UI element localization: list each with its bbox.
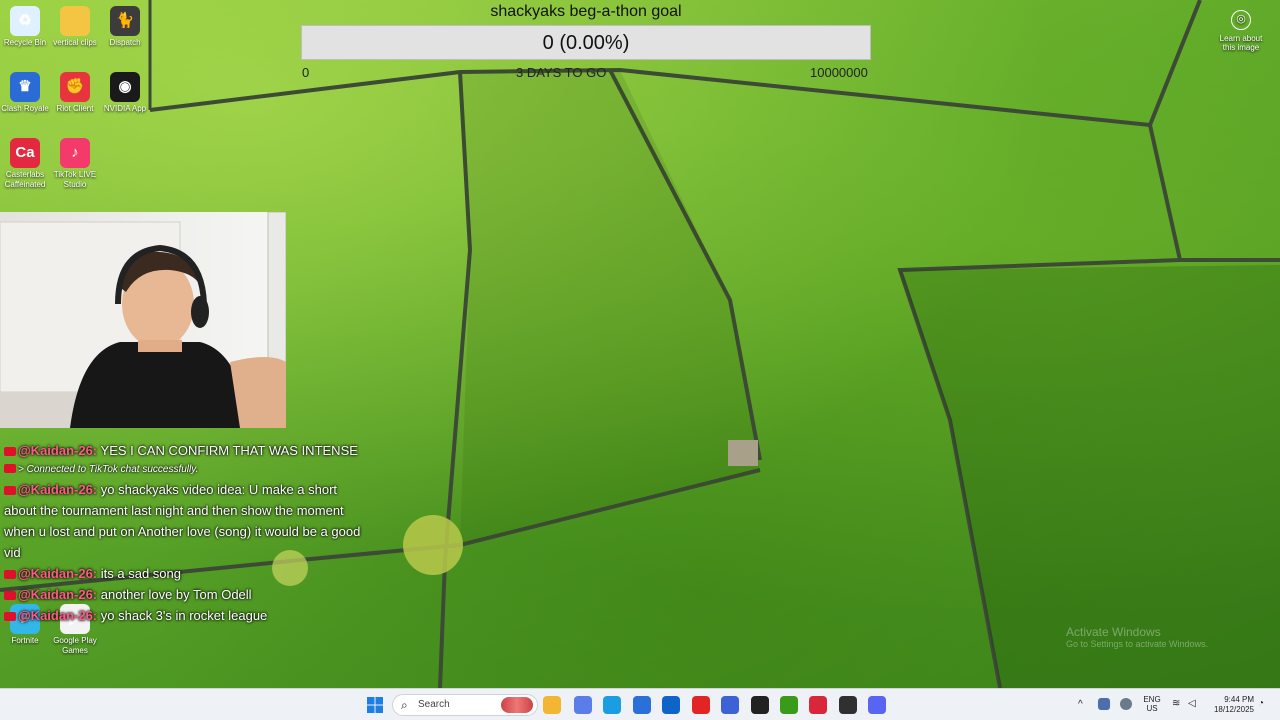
volume-icon[interactable]: ◁ xyxy=(1188,698,1196,709)
casterlabs-icon[interactable] xyxy=(809,696,827,714)
desktop-icon[interactable]: ♻ Recycle Bin xyxy=(0,6,50,48)
chat-system-message: > Connected to TikTok chat successfully. xyxy=(4,461,364,479)
desktop-icon-label: Fortnite xyxy=(11,636,39,645)
image-info-icon: ◎ xyxy=(1231,10,1251,30)
chat-system-text: > Connected to TikTok chat successfully. xyxy=(18,464,199,475)
casterlabs-icon: Ca xyxy=(10,138,40,168)
language-indicator[interactable]: ENG US xyxy=(1140,695,1164,713)
nvidia-icon: ◉ xyxy=(110,72,140,102)
file-explorer-icon[interactable] xyxy=(543,696,561,714)
youtube-icon[interactable] xyxy=(692,696,710,714)
notification-bell-icon[interactable]: ◔ xyxy=(1258,698,1264,709)
riot-client-icon: ✊ xyxy=(60,72,90,102)
goal-min-label: 0 xyxy=(302,65,310,80)
activate-subtitle: Go to Settings to activate Windows. xyxy=(1066,639,1209,649)
chat-username: @Kaidan-26: xyxy=(18,566,98,581)
desktop-icon[interactable]: Ca Casterlabs Caffeinated xyxy=(0,138,50,190)
tiktok-badge-icon xyxy=(4,464,16,473)
chat-message: @Kaidan-26: its a sad song xyxy=(4,563,364,584)
desktop-icon-label: TikTok LIVE Studio xyxy=(53,170,97,189)
app-icon[interactable] xyxy=(721,696,739,714)
desktop-icon-label: Google Play Games xyxy=(53,636,97,655)
outlook-icon[interactable] xyxy=(662,696,680,714)
wifi-icon[interactable]: ≋ xyxy=(1172,698,1180,709)
learn-about-image-label: Learn about this image xyxy=(1219,34,1263,52)
recycle-bin-icon: ♻ xyxy=(10,6,40,36)
tiktok-icon: ♪ xyxy=(60,138,90,168)
chat-message: @Kaidan-26: another love by Tom Odell xyxy=(4,584,364,605)
clock-time: 9:44 PM xyxy=(1224,695,1254,704)
goal-value: 0 (0.00%) xyxy=(542,32,630,54)
discord-icon[interactable] xyxy=(868,696,886,714)
activate-title: Activate Windows xyxy=(1066,625,1161,639)
chat-text: yo shack 3's in rocket league xyxy=(100,608,268,623)
goal-progress-bar: 0 (0.00%) xyxy=(301,25,871,60)
clash-royale-icon: ♛ xyxy=(10,72,40,102)
desktop-icon[interactable]: ♛ Clash Royale xyxy=(0,72,50,114)
tray-mic-icon[interactable] xyxy=(1120,698,1132,710)
chat-message: @Kaidan-26: YES I CAN CONFIRM THAT WAS I… xyxy=(4,440,364,461)
goal-days-label: 3 DAYS TO GO xyxy=(516,65,607,80)
chat-username: @Kaidan-26: xyxy=(18,443,98,458)
obs-icon[interactable] xyxy=(839,696,857,714)
search-highlight-icon xyxy=(501,697,533,713)
chat-text: YES I CAN CONFIRM THAT WAS INTENSE xyxy=(100,443,358,458)
chat-text: another love by Tom Odell xyxy=(100,587,252,602)
store-icon[interactable] xyxy=(633,696,651,714)
tiktok-badge-icon xyxy=(4,612,16,621)
start-button[interactable] xyxy=(366,696,384,714)
folder-icon xyxy=(60,6,90,36)
desktop-icon[interactable]: vertical clips xyxy=(50,6,100,48)
chat-username: @Kaidan-26: xyxy=(18,587,98,602)
taskbar-search[interactable]: ⌕ Search xyxy=(392,694,538,716)
desktop-icon-label: Recycle Bin xyxy=(3,38,47,47)
copilot-icon[interactable] xyxy=(574,696,592,714)
language-top: ENG xyxy=(1143,695,1161,704)
clock[interactable]: 9:44 PM 18/12/2025 xyxy=(1204,695,1254,715)
chat-username: @Kaidan-26: xyxy=(18,482,98,497)
windows-logo-icon xyxy=(367,697,383,713)
chat-text: its a sad song xyxy=(100,566,181,581)
dispatch-icon: 🐈 xyxy=(110,6,140,36)
desktop-icon-label: Casterlabs Caffeinated xyxy=(4,170,46,189)
desktop-icon[interactable]: ◉ NVIDIA App xyxy=(100,72,150,114)
tiktok-badge-icon xyxy=(4,486,16,495)
tiktok-badge-icon xyxy=(4,447,16,456)
chat-message: @Kaidan-26: yo shackyaks video idea: U m… xyxy=(4,479,364,563)
desktop-icon-label: NVIDIA App xyxy=(103,104,147,113)
edge-icon[interactable] xyxy=(603,696,621,714)
desktop-icon-label: Riot Client xyxy=(56,104,94,113)
desktop-icon-label: Clash Royale xyxy=(1,104,49,113)
learn-about-image-button[interactable]: ◎ Learn about this image xyxy=(1216,10,1266,52)
desktop-icon[interactable]: ✊ Riot Client xyxy=(50,72,100,114)
chat-message: @Kaidan-26: yo shack 3's in rocket leagu… xyxy=(4,605,364,626)
desktop-icon[interactable]: 🐈 Dispatch xyxy=(100,6,150,48)
tiktok-badge-icon xyxy=(4,591,16,600)
activate-windows-watermark: Activate Windows Go to Settings to activ… xyxy=(1066,625,1208,649)
desktop-icon-label: vertical clips xyxy=(53,38,97,47)
webcam-overlay xyxy=(0,212,286,428)
chat-overlay: @Kaidan-26: YES I CAN CONFIRM THAT WAS I… xyxy=(4,440,364,626)
chat-username: @Kaidan-26: xyxy=(18,608,98,623)
search-icon: ⌕ xyxy=(401,698,408,712)
clock-date: 18/12/2025 xyxy=(1213,705,1254,714)
desktop-icon[interactable]: ♪ TikTok LIVE Studio xyxy=(50,138,100,190)
goal-max-label: 10000000 xyxy=(810,65,868,80)
tray-app-icon[interactable] xyxy=(1098,698,1110,710)
language-bottom: US xyxy=(1146,704,1158,713)
show-hidden-icons-chevron-icon[interactable]: ^ xyxy=(1078,699,1083,710)
capcut-icon[interactable] xyxy=(751,696,769,714)
nvidia-icon[interactable] xyxy=(780,696,798,714)
goal-title: shackyaks beg-a-thon goal xyxy=(490,3,682,20)
taskbar: ⌕ Search ^ ENG US ≋ ◁ 9:44 PM 18/12/2025… xyxy=(0,688,1280,720)
tiktok-badge-icon xyxy=(4,570,16,579)
webcam-feed xyxy=(0,212,286,428)
desktop-icon-label: Dispatch xyxy=(109,38,141,47)
search-placeholder: Search xyxy=(418,699,450,710)
